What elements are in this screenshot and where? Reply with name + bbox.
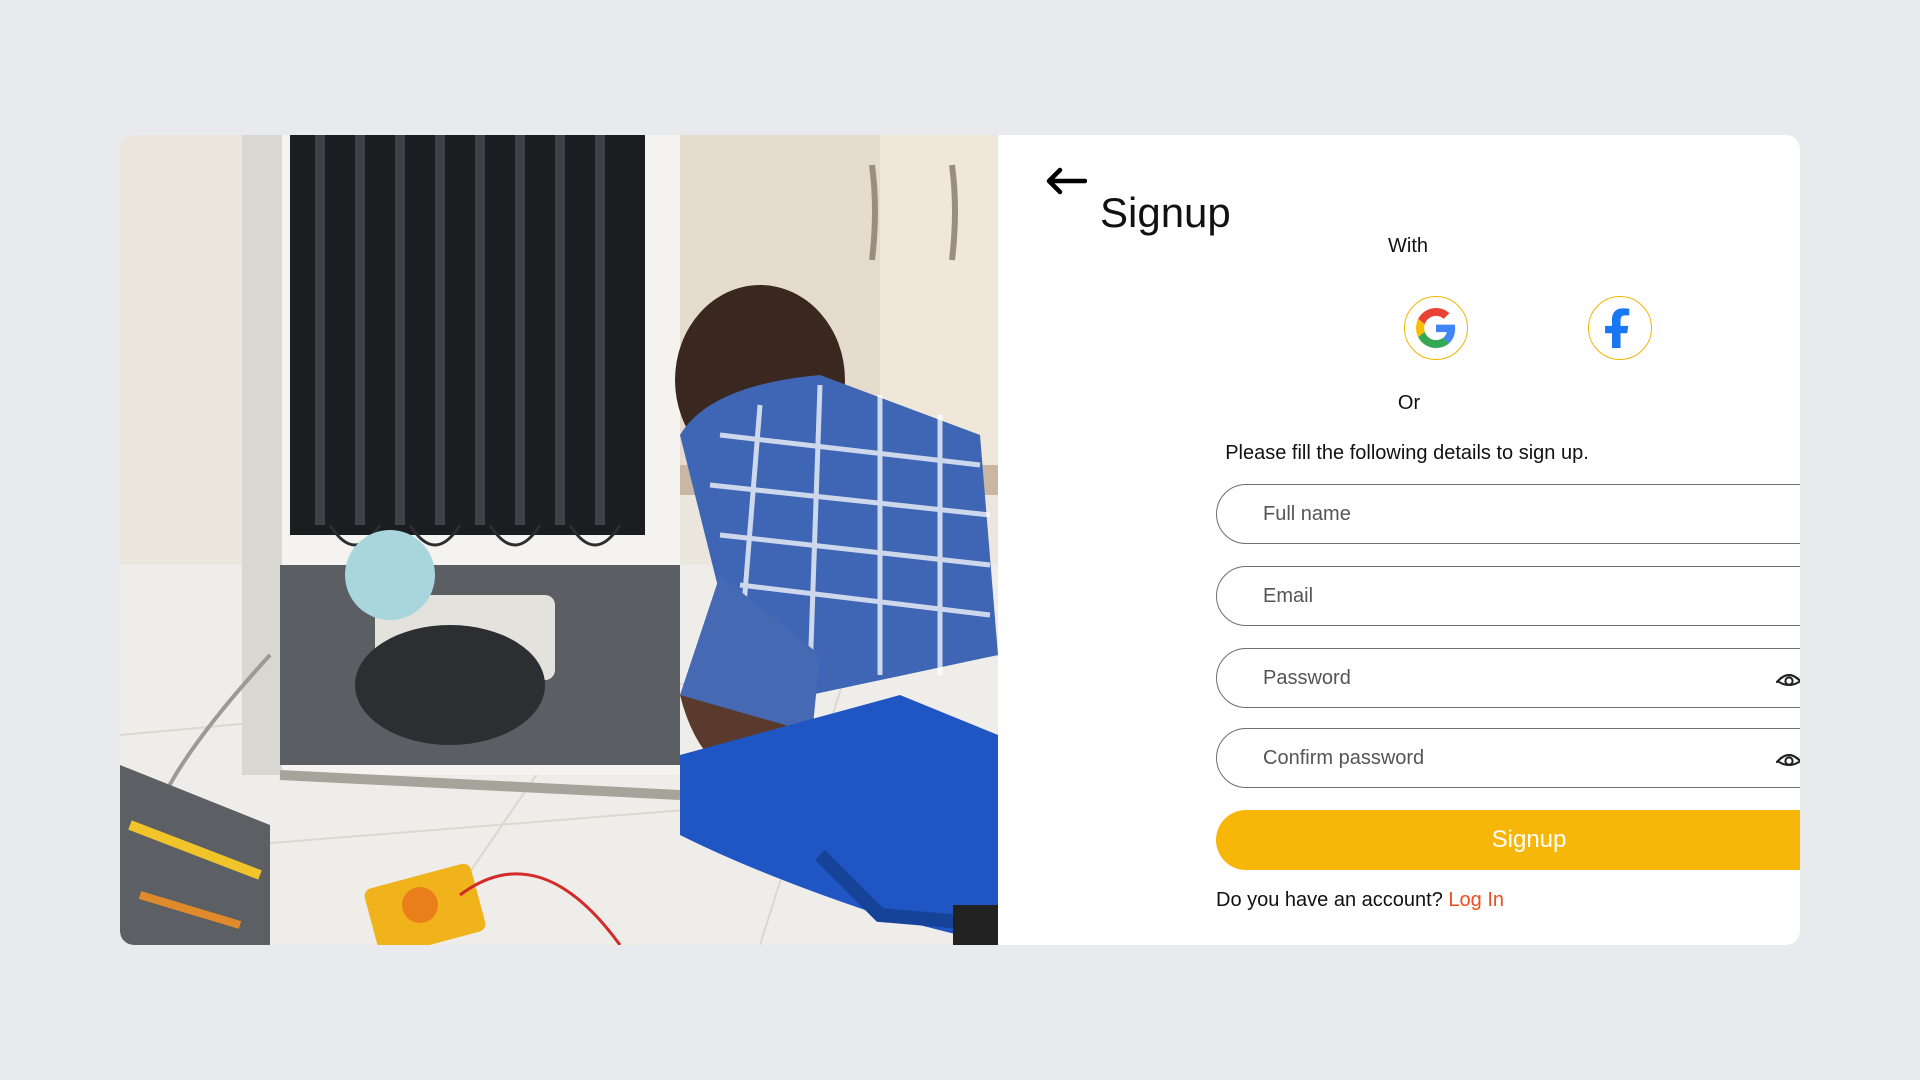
- password-field: [1216, 648, 1800, 708]
- signup-button[interactable]: Signup: [1216, 810, 1800, 870]
- full-name-field: [1216, 484, 1800, 544]
- facebook-signup-button[interactable]: [1588, 296, 1652, 360]
- back-button[interactable]: [1042, 161, 1090, 201]
- arrow-left-icon: [1046, 167, 1087, 195]
- confirm-password-field: [1216, 728, 1800, 788]
- email-field: [1216, 566, 1800, 626]
- social-signup-label: With: [1388, 235, 1428, 257]
- account-prompt-text: Do you have an account?: [1216, 889, 1443, 911]
- facebook-icon: [1605, 308, 1630, 348]
- login-link[interactable]: Log In: [1448, 889, 1504, 911]
- eye-icon[interactable]: [1775, 748, 1800, 768]
- technician-repairing-fridge-image: [120, 135, 998, 945]
- page-title: Signup: [1100, 189, 1231, 236]
- google-signup-button[interactable]: [1404, 296, 1468, 360]
- signup-form-panel: Signup With Or Please fill the following…: [998, 135, 1800, 945]
- google-icon: [1416, 308, 1456, 348]
- confirm-password-input[interactable]: [1261, 728, 1775, 788]
- or-divider-label: Or: [1397, 392, 1421, 414]
- signup-card: Signup With Or Please fill the following…: [120, 135, 1800, 945]
- full-name-input[interactable]: [1261, 484, 1800, 544]
- signup-instructions: Please fill the following details to sig…: [1225, 442, 1589, 464]
- eye-icon[interactable]: [1775, 668, 1800, 688]
- password-input[interactable]: [1261, 648, 1775, 708]
- login-prompt: Do you have an account? Log In: [1216, 889, 1504, 912]
- email-input[interactable]: [1261, 566, 1800, 626]
